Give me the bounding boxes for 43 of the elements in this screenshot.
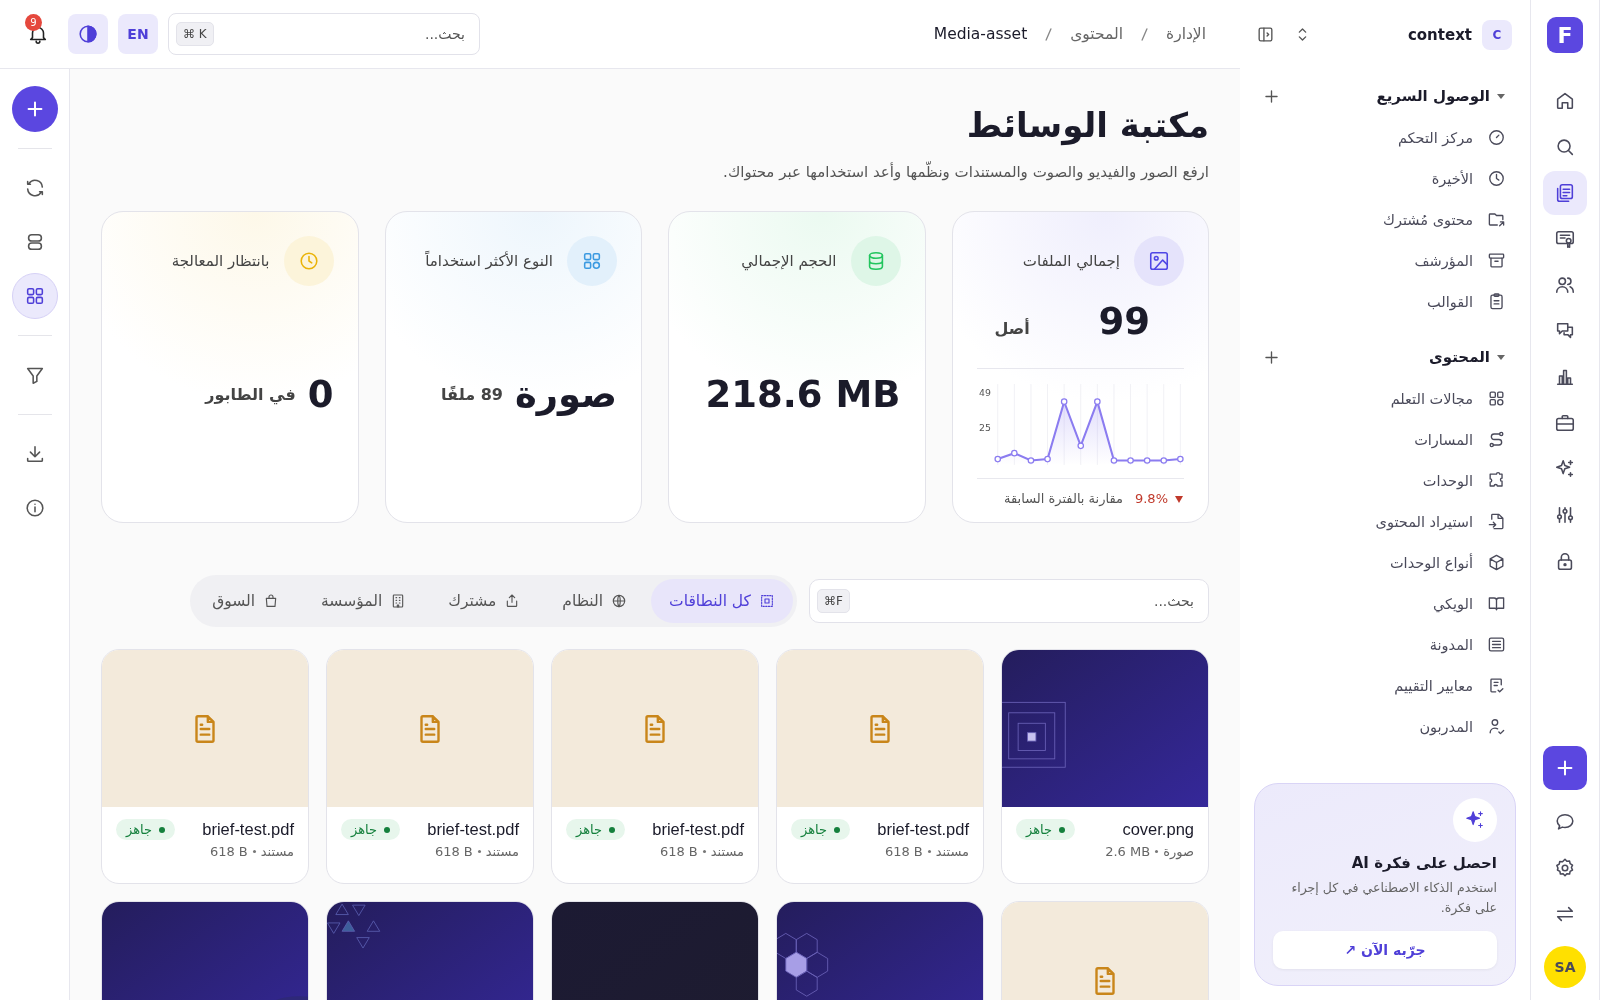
stat-label: إجمالي الملفات <box>1022 252 1120 270</box>
stat-unit: في الطابور <box>205 384 296 404</box>
file-name: brief-test.pdf <box>652 820 744 839</box>
stat-value: صورة <box>514 372 617 416</box>
promo-title: احصل على فكرة AI <box>1351 854 1497 873</box>
axis-tick-label: 25 <box>978 422 991 434</box>
stat-label: بانتظار المعالجة <box>171 252 270 270</box>
file-type: مستند <box>710 844 744 859</box>
status-badge: جاهز <box>116 819 176 840</box>
file-name: cover.png <box>1122 820 1194 839</box>
notification-badge: 9 <box>25 14 42 31</box>
status-badge: جاهز <box>566 819 626 840</box>
axis-tick-label: 49 <box>978 387 991 399</box>
stat-value: 0 <box>307 372 334 416</box>
status-badge: جاهز <box>1016 819 1076 840</box>
status-badge: جاهز <box>341 819 401 840</box>
file-name: brief-test.pdf <box>202 820 294 839</box>
shortcut-hint: ⌘ K <box>176 22 214 46</box>
file-type: مستند <box>935 844 969 859</box>
stat-unit: 89 ملفًا <box>441 384 503 404</box>
file-type: مستند <box>260 844 294 859</box>
stat-value: 99 <box>1098 300 1150 343</box>
trend-value: 9.8% <box>1134 491 1168 506</box>
file-type: صورة <box>1163 844 1194 859</box>
file-size: 2.6 MB <box>1105 844 1151 859</box>
file-name: brief-test.pdf <box>427 820 519 839</box>
status-badge: جاهز <box>791 819 851 840</box>
stat-unit: أصل <box>994 319 1030 338</box>
file-size: 618 B <box>434 844 473 859</box>
context-badge: C <box>1482 19 1512 50</box>
stat-value: 218.6 MB <box>705 372 901 416</box>
page-subtitle: ارفع الصور والفيديو والصوت والمستندات ونظّمها وأعد استخدامها عبر محتواك. <box>722 163 1209 181</box>
stat-label: الحجم الإجمالي <box>741 252 837 270</box>
file-type: مستند <box>485 844 519 859</box>
promo-text: استخدم الذكاء الاصطناعي في كل إجراء على فكرة. <box>1290 879 1497 917</box>
file-size: 618 B <box>884 844 923 859</box>
file-size: 618 B <box>209 844 248 859</box>
page-title: مكتبة الوسائط <box>965 105 1209 145</box>
stat-label: النوع الأكثر استخداماً <box>425 252 553 270</box>
file-name: brief-test.pdf <box>877 820 969 839</box>
file-size: 618 B <box>659 844 698 859</box>
trend-caption: مقارنة بالفترة السابقة <box>1004 491 1123 506</box>
shortcut-hint: ⌘F <box>817 589 850 613</box>
